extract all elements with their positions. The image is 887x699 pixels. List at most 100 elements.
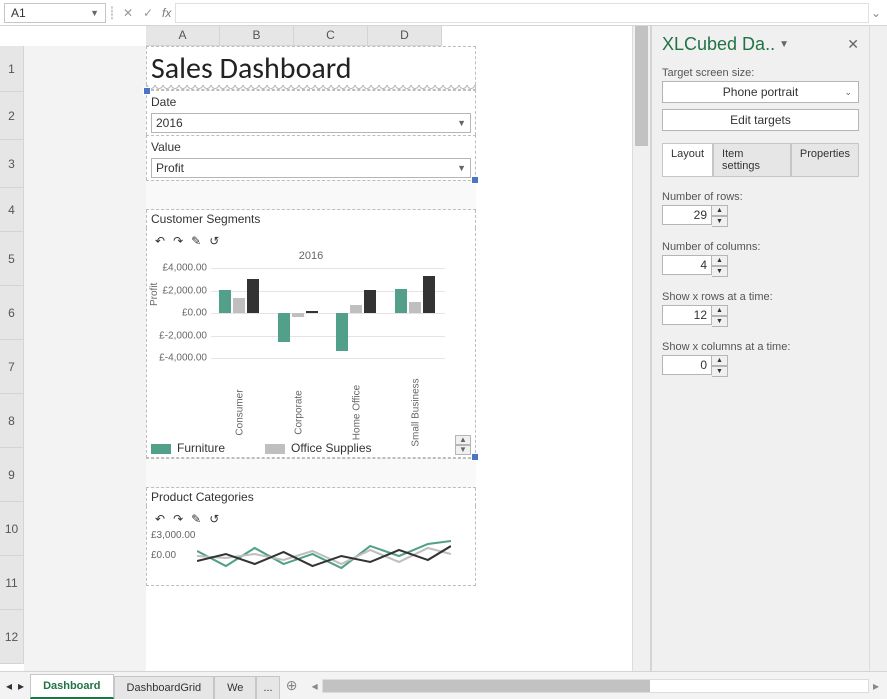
chart-toolbar: ↶ ↷ ✎ ↺ — [151, 232, 471, 250]
chevron-down-icon[interactable]: ⌄ — [844, 87, 852, 98]
formula-input[interactable] — [175, 3, 869, 23]
sheet-tab-dashboard[interactable]: Dashboard — [30, 674, 113, 699]
tab-item-settings[interactable]: Item settings — [713, 143, 791, 176]
bar — [423, 276, 435, 313]
dashboard-title[interactable]: Sales Dashboard — [146, 46, 476, 90]
chevron-down-icon[interactable]: ▼ — [457, 118, 466, 128]
sheet-tab-dashboardgrid[interactable]: DashboardGrid — [114, 676, 215, 699]
confirm-icon[interactable]: ✓ — [138, 6, 158, 20]
chart-spinner[interactable]: ▲▼ — [455, 435, 471, 455]
date-selector-block[interactable]: Date 2016 ▼ — [146, 90, 476, 135]
cancel-icon[interactable]: ✕ — [118, 6, 138, 20]
bar — [219, 290, 231, 313]
chevron-down-icon[interactable]: ▼ — [779, 39, 789, 50]
sheet-nav-back-icon[interactable]: ◂ — [6, 679, 12, 693]
tab-properties[interactable]: Properties — [791, 143, 859, 176]
target-size-dropdown[interactable]: Phone portrait ⌄ — [662, 81, 859, 103]
value-selector-block[interactable]: Value Profit ▼ — [146, 135, 476, 180]
showrows-label: Show x rows at a time: — [662, 291, 859, 303]
spacer-row — [146, 458, 476, 488]
undo-icon[interactable]: ↶ — [155, 512, 165, 526]
value-dropdown[interactable]: Profit ▼ — [151, 158, 471, 178]
separator: ┊ — [106, 6, 118, 20]
vertical-scrollbar[interactable] — [632, 26, 650, 671]
legend-item: Office Supplies — [291, 441, 372, 455]
add-sheet-icon[interactable]: ⊕ — [280, 677, 304, 694]
row-header[interactable]: 12 — [0, 610, 24, 664]
cols-stepper[interactable]: ▲▼ — [662, 255, 732, 277]
resize-handle-icon[interactable] — [471, 176, 479, 184]
fx-label[interactable]: fx — [158, 6, 175, 20]
segments-chart[interactable]: ↶ ↷ ✎ ↺ 2016 Profit £4,000.00£2,000.00£0… — [146, 228, 476, 458]
tab-layout[interactable]: Layout — [662, 143, 713, 176]
row-header[interactable]: 1 — [0, 46, 24, 92]
showcols-stepper[interactable]: ▲▼ — [662, 355, 732, 377]
cols-input[interactable] — [662, 255, 712, 275]
categories-chart[interactable]: ↶ ↷ ✎ ↺ £3,000.00 £0.00 — [146, 506, 476, 586]
undo-icon[interactable]: ↶ — [155, 234, 165, 248]
categories-heading[interactable]: Product Categories — [146, 488, 476, 506]
bar — [292, 313, 304, 317]
brush-icon[interactable]: ✎ — [191, 234, 201, 248]
brush-icon[interactable]: ✎ — [191, 512, 201, 526]
spacer-row — [146, 180, 476, 210]
formula-bar: A1 ▼ ┊ ✕ ✓ fx ⌄ — [0, 0, 887, 26]
column-header[interactable]: B — [220, 26, 294, 46]
y-tick: £-2,000.00 — [157, 330, 207, 341]
y-tick: £2,000.00 — [157, 285, 207, 296]
showcols-input[interactable] — [662, 355, 712, 375]
row-header[interactable]: 7 — [0, 340, 24, 394]
bar-plot: £4,000.00£2,000.00£0.00£-2,000.00£-4,000… — [211, 268, 445, 358]
row-header[interactable]: 9 — [0, 448, 24, 502]
value-value: Profit — [156, 161, 184, 175]
rows-stepper[interactable]: ▲▼ — [662, 205, 732, 227]
y-tick: £-4,000.00 — [157, 353, 207, 364]
y-tick: £3,000.00 — [151, 530, 196, 541]
column-header[interactable]: D — [368, 26, 442, 46]
refresh-icon[interactable]: ↺ — [209, 512, 219, 526]
bar — [350, 305, 362, 313]
row-header[interactable]: 10 — [0, 502, 24, 556]
expand-formula-icon[interactable]: ⌄ — [869, 6, 883, 20]
column-header[interactable]: A — [146, 26, 220, 46]
segments-heading[interactable]: Customer Segments — [146, 210, 476, 228]
sheet-tab-overflow[interactable]: ... — [256, 676, 279, 699]
resize-handle-icon[interactable] — [471, 453, 479, 461]
row-header[interactable]: 5 — [0, 232, 24, 286]
date-dropdown[interactable]: 2016 ▼ — [151, 113, 471, 133]
panel-scrollbar[interactable] — [869, 26, 887, 671]
rows-input[interactable] — [662, 205, 712, 225]
row-header[interactable]: 6 — [0, 286, 24, 340]
bar — [409, 302, 421, 313]
close-icon[interactable]: ✕ — [847, 36, 859, 53]
row-header[interactable]: 11 — [0, 556, 24, 610]
row-header[interactable]: 2 — [0, 92, 24, 140]
bar — [278, 313, 290, 342]
resize-handle-icon[interactable] — [143, 87, 151, 95]
x-category: Home Office — [352, 385, 363, 440]
xlcubed-panel: XLCubed Da.. ▼ ✕ Target screen size: Pho… — [651, 26, 869, 671]
bar — [306, 311, 318, 313]
column-header[interactable]: C — [294, 26, 368, 46]
edit-targets-button[interactable]: Edit targets — [662, 109, 859, 131]
chevron-down-icon[interactable]: ▼ — [457, 163, 466, 173]
showrows-input[interactable] — [662, 305, 712, 325]
date-label: Date — [151, 93, 471, 111]
line-plot: £3,000.00 £0.00 — [197, 536, 451, 576]
sheet-nav-fwd-icon[interactable]: ▸ — [18, 679, 24, 693]
row-header[interactable]: 8 — [0, 394, 24, 448]
bar — [364, 290, 376, 313]
sheet-tab-more[interactable]: We — [214, 676, 256, 699]
redo-icon[interactable]: ↷ — [173, 512, 183, 526]
redo-icon[interactable]: ↷ — [173, 234, 183, 248]
chevron-down-icon[interactable]: ▼ — [90, 8, 99, 18]
refresh-icon[interactable]: ↺ — [209, 234, 219, 248]
row-header[interactable]: 4 — [0, 188, 24, 232]
rows-label: Number of rows: — [662, 191, 859, 203]
row-header[interactable]: 3 — [0, 140, 24, 188]
horizontal-scrollbar[interactable]: ◂▸ — [304, 672, 887, 699]
y-tick: £4,000.00 — [157, 263, 207, 274]
target-size-label: Target screen size: — [662, 67, 859, 79]
name-box[interactable]: A1 ▼ — [4, 3, 106, 23]
showrows-stepper[interactable]: ▲▼ — [662, 305, 732, 327]
